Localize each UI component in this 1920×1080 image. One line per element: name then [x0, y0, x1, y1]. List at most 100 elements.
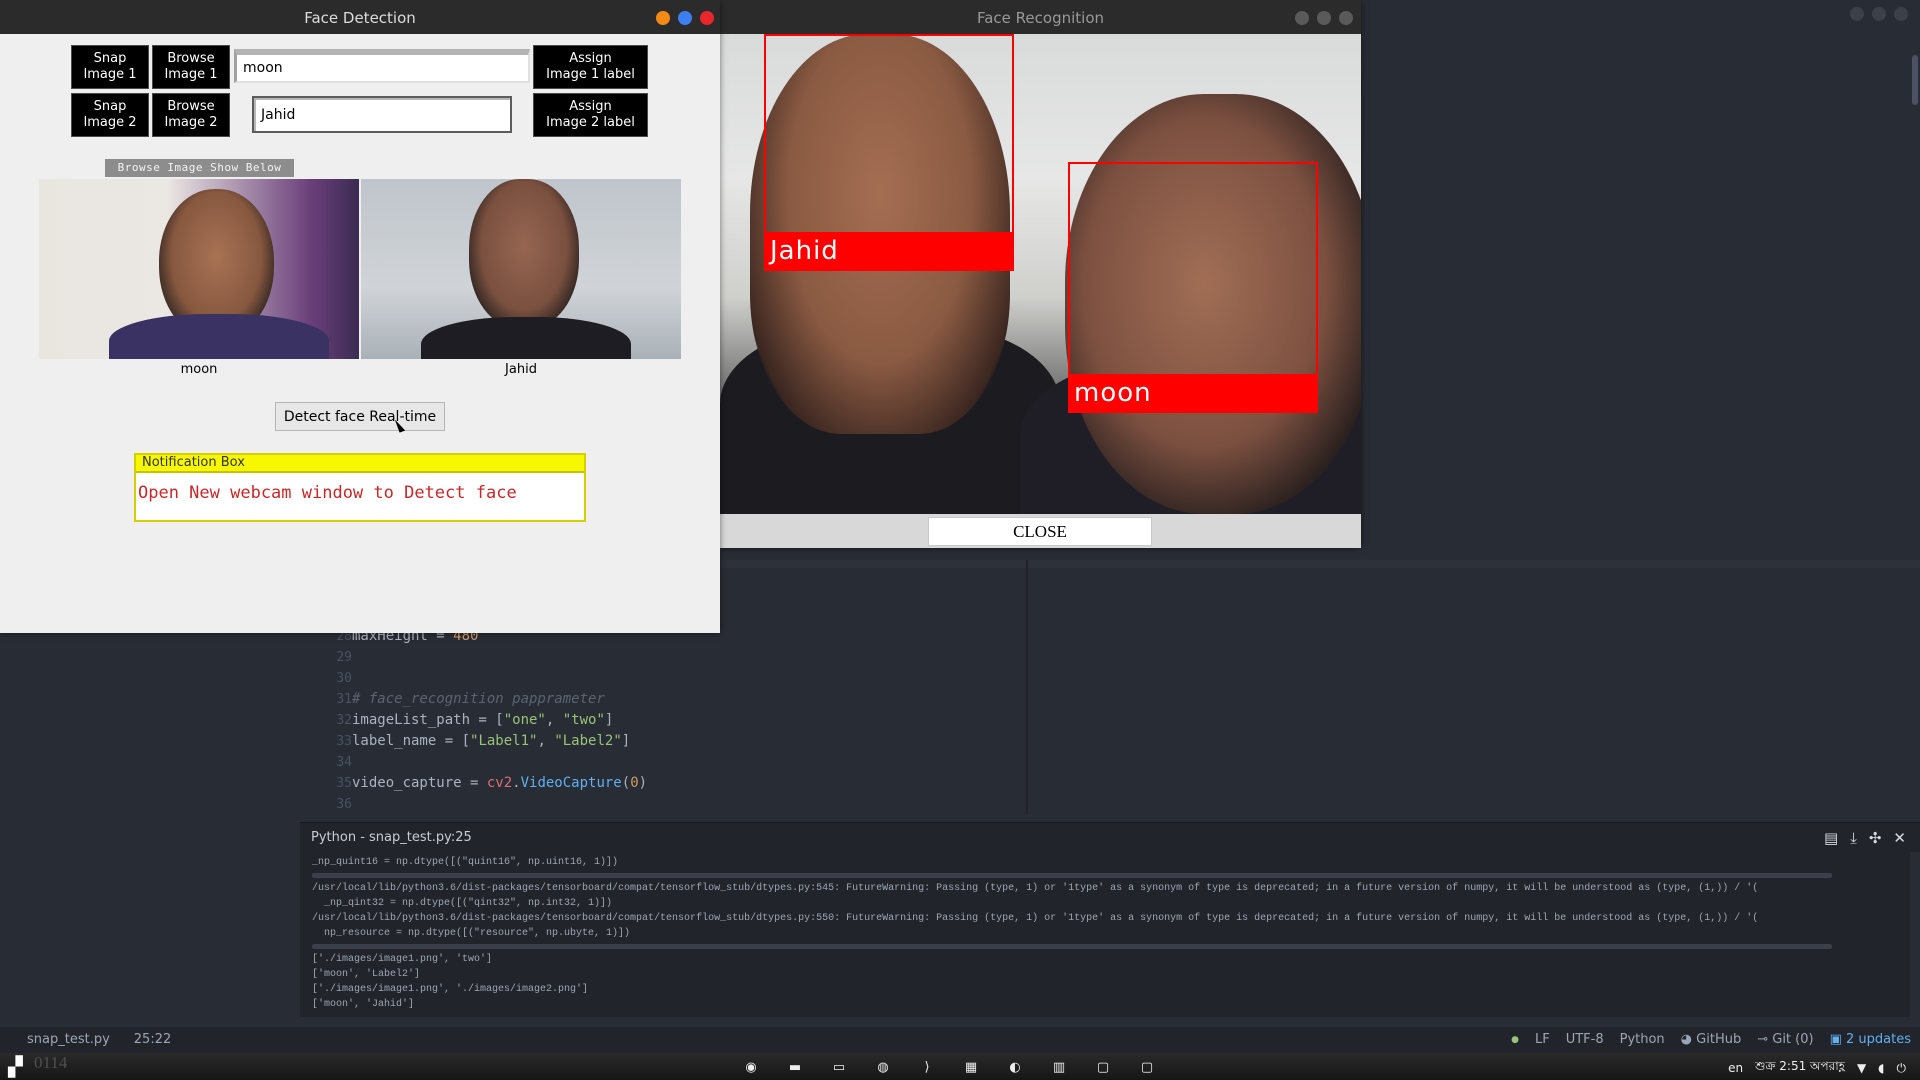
- app-chat-icon[interactable]: ◉: [741, 1057, 761, 1077]
- status-file-name[interactable]: snap_test.py: [27, 1032, 110, 1047]
- face-detection-window-controls: [656, 11, 714, 25]
- line-number: 35: [336, 776, 352, 791]
- face-label-a: Jahid: [764, 234, 1014, 271]
- face-recognition-titlebar[interactable]: Face Recognition: [720, 0, 1361, 34]
- line-number: 34: [336, 755, 352, 770]
- minimize-icon[interactable]: [1295, 11, 1309, 25]
- status-cursor-position[interactable]: 25:22: [134, 1032, 171, 1047]
- terminal-line: _np_qint32 = np.dtype([("qint32", np.int…: [312, 898, 613, 909]
- volume-icon[interactable]: ◖: [1878, 1061, 1884, 1075]
- line-number: 33: [336, 734, 352, 749]
- code-line-33: label_name = ["Label1", "Label2"]: [352, 733, 631, 749]
- image-1-shirt: [109, 314, 329, 359]
- face-recognition-title: Face Recognition: [976, 9, 1105, 27]
- app-window2-icon[interactable]: ▢: [1137, 1057, 1157, 1077]
- wifi-icon[interactable]: ▼: [1857, 1061, 1866, 1075]
- code-line-35: video_capture = cv2.VideoCapture(0): [352, 775, 648, 791]
- status-updates[interactable]: ▣ 2 updates: [1830, 1032, 1911, 1047]
- detect-face-realtime-button[interactable]: Detect face Real-time: [275, 402, 445, 431]
- minimize-icon[interactable]: [656, 11, 670, 25]
- app-chrome-icon[interactable]: ◍: [873, 1057, 893, 1077]
- face-recognition-window: Face Recognition Jahid moon CLOSE: [720, 0, 1361, 548]
- terminal-separator: [312, 944, 1832, 949]
- face-box-b: [1068, 162, 1318, 376]
- clock[interactable]: শুক্র 2:51 অপরাহ্ণ: [1755, 1058, 1845, 1078]
- keyboard-layout[interactable]: en: [1728, 1061, 1743, 1075]
- code-line-32: imageList_path = ["one", "two"]: [352, 712, 614, 728]
- desktop-window-controls: [1850, 7, 1908, 21]
- notification-title: Notification Box: [140, 455, 247, 470]
- image-2-face: [469, 179, 579, 329]
- terminal-title: Python - snap_test.py:25: [311, 830, 472, 845]
- image-2-shirt: [421, 317, 631, 359]
- app-firefox-icon[interactable]: ◐: [1005, 1057, 1025, 1077]
- status-encoding[interactable]: UTF-8: [1566, 1032, 1604, 1047]
- app-atom-icon[interactable]: ▦: [961, 1057, 981, 1077]
- notification-message: Open New webcam window to Detect face: [138, 483, 517, 503]
- pane-divider[interactable]: [1026, 560, 1028, 815]
- terminal-output[interactable]: _np_quint16 = np.dtype([("quint16", np.u…: [300, 852, 1910, 1017]
- close-icon[interactable]: ✕: [1893, 829, 1906, 847]
- github-icon: ◕: [1680, 1032, 1697, 1047]
- pin-icon[interactable]: ✣: [1869, 829, 1882, 847]
- status-bar: snap_test.py 25:22 ● LF UTF-8 Python ◕ G…: [0, 1027, 1920, 1053]
- line-number: 36: [336, 797, 352, 812]
- desk-close-icon[interactable]: [1894, 7, 1908, 21]
- terminal-line: /usr/local/lib/python3.6/dist-packages/t…: [312, 913, 1759, 924]
- taskbar-apps: ◉ ▬ ▭ ◍ ⟩ ▦ ◐ ▥ ▢ ▢: [741, 1057, 1157, 1077]
- taskbar-ghost-text: 0114: [34, 1053, 68, 1072]
- image-2-label-input[interactable]: Jahid: [252, 96, 512, 133]
- app-window1-icon[interactable]: ▢: [1093, 1057, 1113, 1077]
- snap-image-2-button[interactable]: Snap Image 2: [71, 93, 149, 137]
- editor-scrollbar[interactable]: [1912, 55, 1918, 105]
- terminal-header: Python - snap_test.py:25 ▤ ⤓ ✣ ✕: [300, 822, 1920, 852]
- terminal-line: /usr/local/lib/python3.6/dist-packages/t…: [312, 883, 1759, 894]
- app-vscode-icon[interactable]: ⟩: [917, 1057, 937, 1077]
- browse-image-1-button[interactable]: Browse Image 1: [152, 45, 230, 89]
- face-recognition-window-controls: [1295, 11, 1353, 25]
- browse-image-show-label: Browse Image Show Below: [105, 159, 294, 177]
- webcam-frame: Jahid moon: [720, 34, 1361, 514]
- app-files-icon[interactable]: ▬: [785, 1057, 805, 1077]
- copy-icon[interactable]: ▤: [1824, 829, 1838, 847]
- power-icon[interactable]: ⏻: [1897, 1061, 1907, 1076]
- snap-image-1-button[interactable]: Snap Image 1: [71, 45, 149, 89]
- face-label-b: moon: [1068, 376, 1318, 413]
- app-terminal-icon[interactable]: ▭: [829, 1057, 849, 1077]
- git-icon: ⊸: [1757, 1032, 1773, 1047]
- face-box-a: [764, 34, 1014, 234]
- app-editor-icon[interactable]: ▥: [1049, 1057, 1069, 1077]
- maximize-icon[interactable]: [678, 11, 692, 25]
- notification-box: Notification Box Open New webcam window …: [134, 453, 586, 522]
- image-1-label-input[interactable]: moon: [234, 49, 530, 83]
- browse-image-2-button[interactable]: Browse Image 2: [152, 93, 230, 137]
- assign-image-2-label-button[interactable]: Assign Image 2 label: [533, 93, 648, 137]
- notification-rule: [136, 471, 584, 473]
- maximize-icon[interactable]: [1317, 11, 1331, 25]
- download-icon[interactable]: ⤓: [1850, 829, 1857, 847]
- terminal-line: ['moon', 'Jahid']: [312, 999, 415, 1010]
- image-2-caption: Jahid: [505, 362, 537, 377]
- status-eol[interactable]: LF: [1535, 1032, 1550, 1047]
- code-editor[interactable]: maxHeight = 480 # face_recognition pappr…: [352, 626, 647, 815]
- close-icon[interactable]: [700, 11, 714, 25]
- face-detection-title: Face Detection: [304, 9, 416, 27]
- system-tray: en শুক্র 2:51 অপরাহ্ণ ▼ ◖ ⏻: [1728, 1058, 1906, 1078]
- desk-maximize-icon[interactable]: [1872, 7, 1886, 21]
- terminal-line: ['./images/image1.png', 'two']: [312, 954, 493, 965]
- line-number-gutter: 28 29 30 31 32 33 34 35 36: [300, 626, 352, 815]
- close-icon[interactable]: [1339, 11, 1353, 25]
- status-git[interactable]: ⊸ Git (0): [1757, 1032, 1813, 1047]
- desk-minimize-icon[interactable]: [1850, 7, 1864, 21]
- close-button[interactable]: CLOSE: [928, 517, 1152, 546]
- line-number: 29: [336, 650, 352, 665]
- terminal-separator: [312, 873, 1832, 878]
- status-github[interactable]: ◕ GitHub: [1681, 1032, 1742, 1047]
- taskbar: ▞ 0114 ◉ ▬ ▭ ◍ ⟩ ▦ ◐ ▥ ▢ ▢ en শুক্র 2:51…: [0, 1053, 1920, 1080]
- line-number: 32: [336, 713, 352, 728]
- start-menu-icon[interactable]: ▞: [8, 1056, 23, 1078]
- face-detection-titlebar[interactable]: Face Detection: [0, 0, 720, 34]
- assign-image-1-label-button[interactable]: Assign Image 1 label: [533, 45, 648, 89]
- status-grammar[interactable]: Python: [1620, 1032, 1665, 1047]
